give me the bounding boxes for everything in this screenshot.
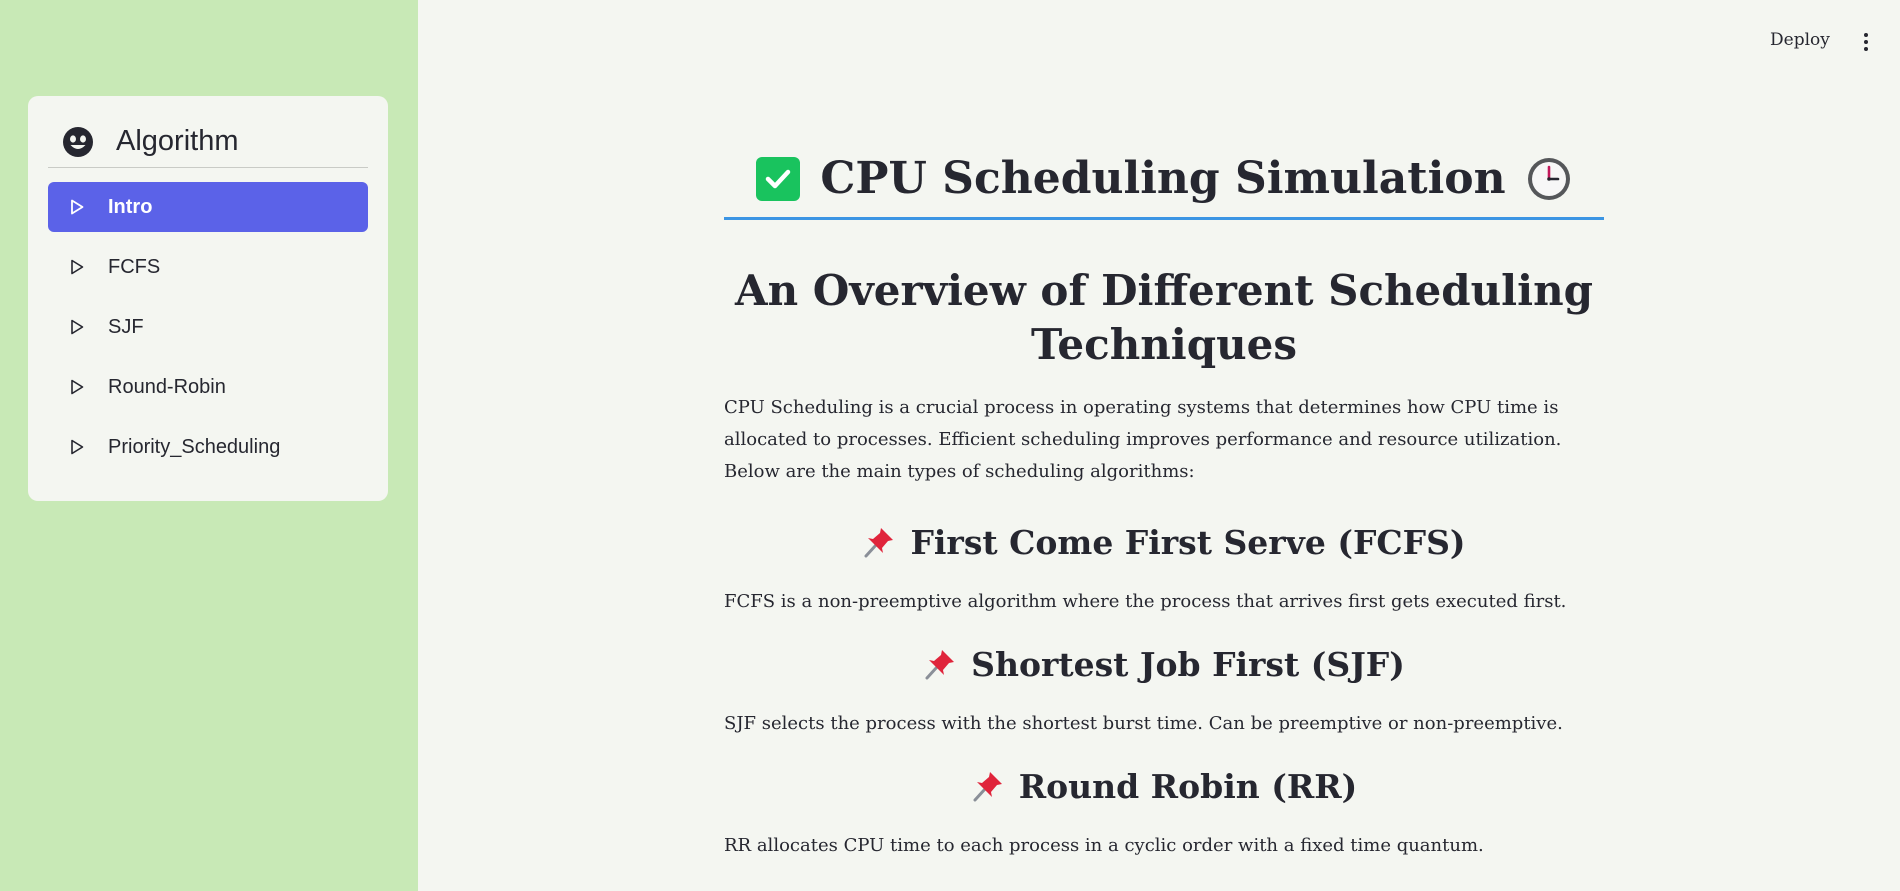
caret-right-icon (71, 259, 84, 275)
section-heading-rr: Round Robin (RR) (724, 762, 1604, 810)
section-heading-text: First Come First Serve (FCFS) (910, 522, 1466, 562)
section-heading-text: Round Robin (RR) (1018, 766, 1358, 806)
sidebar-item-label: FCFS (108, 255, 161, 278)
section-heading-fcfs: First Come First Serve (FCFS) (724, 518, 1604, 566)
caret-right-icon (71, 439, 84, 455)
section-text-sjf: SJF selects the process with the shortes… (724, 713, 1563, 734)
sidebar-item-priority-scheduling[interactable]: Priority_Scheduling (48, 422, 368, 472)
check-mark-icon (756, 156, 801, 201)
caret-right-icon (71, 319, 84, 335)
page-title-text: CPU Scheduling Simulation (820, 153, 1506, 204)
vertical-dots-icon[interactable] (1862, 33, 1870, 53)
sidebar-item-intro[interactable]: Intro (48, 182, 368, 232)
page-title: CPU Scheduling Simulation (724, 150, 1604, 220)
sidebar-item-sjf[interactable]: SJF (48, 302, 368, 352)
sidebar-item-fcfs[interactable]: FCFS (48, 242, 368, 292)
overview-heading: An Overview of Different Scheduling Tech… (734, 266, 1593, 369)
smiley-face-icon (63, 126, 93, 157)
pushpin-icon (925, 650, 955, 680)
section-text-rr: RR allocates CPU time to each process in… (724, 835, 1484, 856)
caret-right-icon (71, 199, 84, 215)
clock-icon (1527, 157, 1570, 200)
sidebar-item-round-robin[interactable]: Round-Robin (48, 362, 368, 412)
sidebar-item-label: Priority_Scheduling (108, 435, 281, 458)
intro-paragraph: CPU Scheduling is a crucial process in o… (724, 397, 1562, 482)
section-text-fcfs: FCFS is a non-preemptive algorithm where… (724, 591, 1567, 612)
option-menu: Algorithm Intro FCFS SJF Round-Robin Pri… (28, 96, 388, 501)
section-heading-text: Shortest Job First (SJF) (971, 644, 1405, 684)
section-heading-sjf: Shortest Job First (SJF) (724, 640, 1604, 688)
caret-right-icon (71, 379, 84, 395)
pushpin-icon (864, 528, 894, 558)
menu-title: Algorithm (116, 125, 239, 157)
sidebar-item-label: SJF (108, 315, 144, 338)
menu-header: Algorithm (48, 116, 368, 168)
pushpin-icon (973, 772, 1002, 802)
main-content: CPU Scheduling Simulation An Overview of… (724, 150, 1604, 860)
sidebar: Algorithm Intro FCFS SJF Round-Robin Pri… (0, 0, 418, 891)
sidebar-item-label: Round-Robin (108, 375, 226, 398)
deploy-button[interactable]: Deploy (1770, 30, 1830, 50)
sidebar-item-label: Intro (108, 195, 153, 218)
